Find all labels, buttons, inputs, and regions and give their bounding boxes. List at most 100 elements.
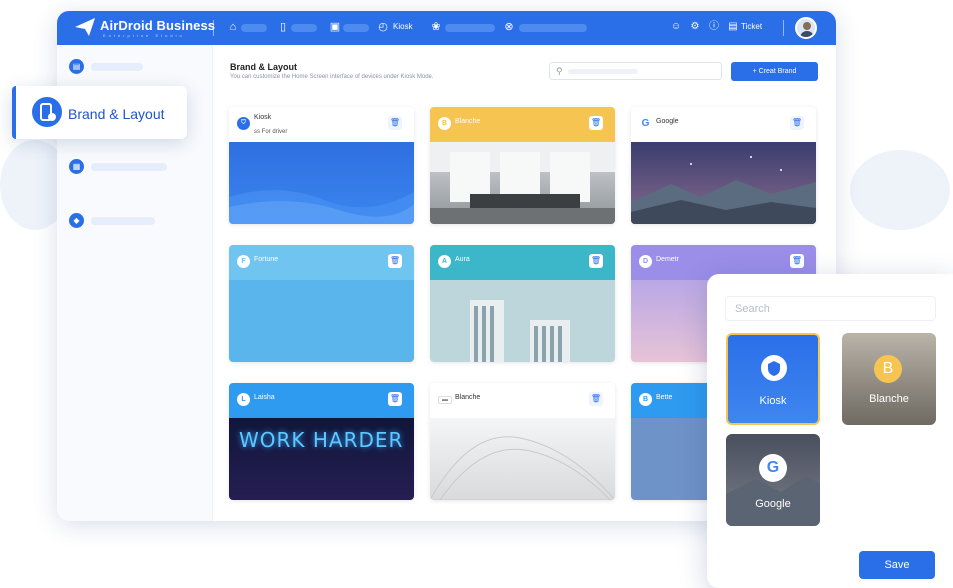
card-initial: A (438, 255, 451, 268)
sidebar-item[interactable]: ◆ (69, 213, 189, 229)
nav-more-label[interactable] (519, 24, 587, 32)
tag-icon: ◆ (69, 213, 84, 228)
delete-icon[interactable]: 🗑 (388, 392, 402, 406)
brand-tile-google[interactable]: G Google (726, 434, 820, 526)
card-header: L Laisha 🗑 (229, 383, 414, 418)
delete-icon[interactable]: 🗑 (388, 254, 402, 268)
card-initial: B (874, 355, 902, 383)
sidebar-item[interactable]: ▦ (69, 159, 189, 175)
card-header: ▬ Blanche 🗑 (430, 383, 615, 418)
card-initial: F (237, 255, 250, 268)
card-title: Blanche (455, 118, 481, 125)
delete-icon[interactable]: 🗑 (388, 116, 402, 130)
active-indicator (12, 86, 16, 139)
card-title: Demetr (656, 256, 679, 263)
close-circle-icon[interactable]: ⊗ (503, 21, 515, 33)
home-icon[interactable]: ⌂ (227, 21, 239, 33)
document-icon: ▤ (69, 59, 84, 74)
brand-card[interactable]: ⛉ Kiosk ss For driver 🗑 (229, 107, 414, 224)
card-image (229, 142, 414, 224)
card-image (631, 142, 816, 224)
brand-card[interactable]: F Fortune 🗑 (229, 245, 414, 362)
shield-icon: ⛉ (237, 117, 250, 130)
clipboard-icon[interactable]: ▣ (329, 21, 341, 33)
search-icon: ⚲ (556, 66, 563, 76)
google-icon: G (639, 117, 652, 130)
device-icon[interactable]: ▯ (277, 21, 289, 33)
ticket-link[interactable]: Ticket (741, 22, 762, 31)
folder-icon: ▦ (69, 159, 84, 174)
tile-label: Google (755, 498, 791, 510)
delete-icon[interactable]: 🗑 (790, 254, 804, 268)
brand-card[interactable]: ▬ Blanche 🗑 (430, 383, 615, 500)
brand-card[interactable]: L Laisha 🗑 WORK HARDER (229, 383, 414, 500)
create-brand-button[interactable]: + Creat Brand (731, 62, 818, 81)
card-title: Blanche (455, 394, 481, 401)
brand-card[interactable]: G Google 🗑 (631, 107, 816, 224)
card-initial: B (438, 117, 451, 130)
card-title: Fortune (254, 256, 279, 263)
delete-icon[interactable]: 🗑 (589, 392, 603, 406)
card-header: B Blanche 🗑 (430, 107, 615, 142)
card-title: Kiosk (254, 114, 272, 121)
card-header: A Aura 🗑 (430, 245, 615, 280)
nav-home-label[interactable] (241, 24, 267, 32)
delete-icon[interactable]: 🗑 (589, 254, 603, 268)
tile-label: Kiosk (759, 395, 787, 407)
airdroid-logo-icon (75, 18, 95, 36)
sidebar-item-label (91, 63, 143, 71)
clock-icon[interactable]: ◴ (377, 21, 389, 33)
delete-icon[interactable]: 🗑 (589, 116, 603, 130)
nav-kiosk[interactable]: Kiosk (393, 22, 413, 31)
neon-sign-text: WORK HARDER (239, 428, 404, 452)
logo-icon: ▬ (438, 396, 452, 404)
card-header: ⛉ Kiosk ss For driver 🗑 (229, 107, 414, 142)
card-image: WORK HARDER (229, 418, 414, 500)
brand-card[interactable]: A Aura 🗑 (430, 245, 615, 362)
nav-apps-label[interactable] (445, 24, 495, 32)
brand-tile-blanche[interactable]: B Blanche (842, 333, 936, 425)
sidebar-item-brand-layout[interactable]: Brand & Layout (12, 86, 187, 139)
card-initial: D (639, 255, 652, 268)
google-icon: G (759, 454, 787, 482)
delete-icon[interactable]: 🗑 (790, 116, 804, 130)
user-icon[interactable]: ☺ (670, 21, 682, 33)
info-icon[interactable]: ⓘ (708, 21, 720, 33)
top-bar: AirDroid Business Enterprise Studio ⌂ ▯ … (57, 11, 836, 45)
tile-label: Blanche (869, 393, 909, 405)
page-subtitle: You can customize the Home Screen interf… (230, 74, 434, 80)
card-image (430, 142, 615, 224)
sidebar-item-label: Brand & Layout (68, 106, 165, 122)
search-input[interactable]: ⚲ (549, 62, 722, 80)
card-title: Aura (455, 256, 470, 263)
search-placeholder: Search (735, 303, 770, 315)
card-header: G Google 🗑 (631, 107, 816, 142)
sidebar-item-label (91, 217, 155, 225)
sidebar-item[interactable]: ▤ (69, 59, 189, 75)
background-shape (850, 150, 950, 230)
card-header: F Fortune 🗑 (229, 245, 414, 280)
brand-picker-panel: Search Kiosk B Blanche G Google Save (707, 274, 953, 588)
brand-card[interactable]: B Blanche 🗑 (430, 107, 615, 224)
search-input[interactable]: Search (725, 296, 936, 321)
nav-policy-label[interactable] (343, 24, 369, 32)
ticket-icon[interactable]: ▤ (727, 21, 739, 33)
card-initial: B (639, 393, 652, 406)
card-image (229, 280, 414, 362)
card-description: ss For driver (254, 129, 288, 135)
brand-name: AirDroid Business (100, 18, 216, 33)
nav-devices-label[interactable] (291, 24, 317, 32)
settings-icon[interactable]: ⚙ (689, 21, 701, 33)
page-title: Brand & Layout (230, 62, 298, 72)
brand-tile-kiosk[interactable]: Kiosk (726, 333, 820, 425)
card-initial: L (237, 393, 250, 406)
brand-layout-icon (32, 97, 62, 127)
card-image (430, 418, 615, 500)
apps-icon[interactable]: ❀ (430, 21, 442, 33)
card-title: Bette (656, 394, 673, 401)
divider (783, 20, 784, 36)
avatar[interactable] (795, 17, 817, 39)
save-button[interactable]: Save (859, 551, 935, 579)
divider (213, 20, 214, 36)
card-title: Google (656, 118, 679, 125)
